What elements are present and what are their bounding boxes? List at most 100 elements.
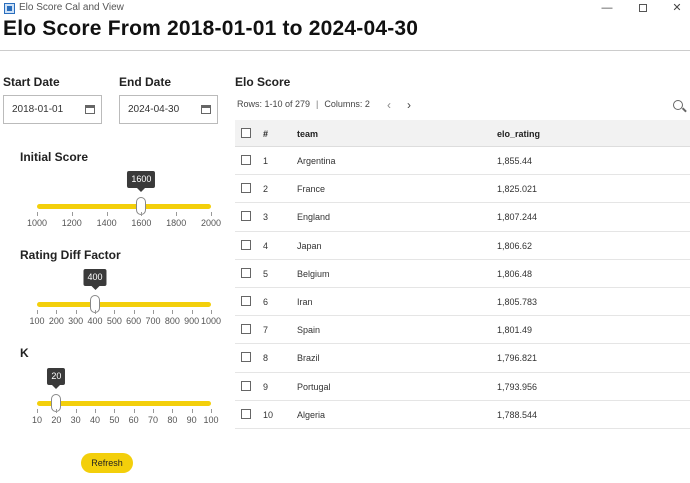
start-date-input[interactable]: 2018-01-01 [3, 95, 102, 124]
slider-tick [191, 409, 193, 413]
table-row[interactable]: 6 Iran 1,805.783 [235, 288, 690, 317]
row-team: Japan [297, 240, 322, 251]
slider-tick [106, 212, 108, 216]
slider-tick [153, 409, 154, 413]
slider-tick-label: 1000 [200, 316, 222, 326]
search-icon[interactable] [673, 100, 683, 110]
row-checkbox[interactable] [241, 380, 251, 391]
row-checkbox[interactable] [241, 211, 251, 222]
slider-tick [133, 409, 135, 413]
row-elo-rating: 1,805.783 [497, 296, 538, 307]
close-button[interactable]: ✕ [660, 0, 690, 17]
row-elo-rating: 1,806.48 [497, 268, 533, 279]
header-elo-rating[interactable]: elo_rating [497, 129, 540, 139]
refresh-button[interactable]: Refresh [81, 453, 133, 473]
rating-diff-factor-label: Rating Diff Factor [20, 248, 121, 262]
slider-tick [75, 310, 77, 314]
slider-tick-label: 100 [203, 415, 219, 425]
window-title: Elo Score Cal and View [19, 2, 124, 13]
slider-tick-label: 1600 [131, 218, 152, 228]
row-checkbox[interactable] [241, 183, 251, 194]
slider-tick-label: 800 [164, 316, 180, 326]
maximize-button[interactable] [626, 0, 660, 17]
row-checkbox[interactable] [241, 324, 251, 335]
slider-tick [75, 409, 77, 413]
slider-tick [114, 409, 116, 413]
slider-tick-label: 100 [29, 316, 45, 326]
select-all-checkbox[interactable] [241, 128, 251, 138]
table-row[interactable]: 3 England 1,807.244 [235, 203, 690, 232]
slider-tick-label: 20 [51, 415, 62, 425]
slider-tick-label: 1800 [166, 218, 187, 228]
table-row[interactable]: 1 Argentina 1,855.44 [235, 147, 690, 176]
row-team: Brazil [297, 353, 320, 364]
slider-tick [141, 212, 143, 216]
row-checkbox[interactable] [241, 239, 251, 250]
row-checkbox[interactable] [241, 295, 251, 306]
row-checkbox[interactable] [241, 408, 251, 419]
slider-tick-label: 300 [68, 316, 84, 326]
slider-tick [176, 212, 178, 216]
row-checkbox[interactable] [241, 267, 251, 278]
end-date-input[interactable]: 2024-04-30 [119, 95, 218, 124]
row-index: 1 [263, 156, 269, 166]
next-page-icon[interactable]: › [407, 99, 411, 111]
table-row[interactable]: 4 Japan 1,806.62 [235, 232, 690, 260]
slider-tick [211, 310, 212, 314]
calendar-icon[interactable] [85, 105, 95, 114]
k-value-bubble: 20 [47, 368, 66, 389]
row-team: Algeria [297, 409, 326, 420]
slider-tick [95, 409, 96, 413]
slider-tick-label: 10 [31, 415, 43, 425]
slider-tick-label: 500 [106, 316, 122, 326]
table-row[interactable]: 9 Portugal 1,793.956 [235, 373, 690, 401]
slider-tick-label: 700 [145, 316, 161, 326]
calendar-icon[interactable] [201, 105, 211, 114]
k-track[interactable] [37, 401, 211, 406]
row-index: 10 [263, 409, 274, 420]
slider-tick-label: 40 [89, 415, 101, 425]
row-elo-rating: 1,807.244 [497, 212, 538, 223]
minimize-button[interactable]: — [590, 0, 624, 17]
slider-tick [56, 310, 58, 314]
row-team: Belgium [297, 268, 330, 279]
slider-tick [114, 310, 116, 314]
table-row[interactable]: 5 Belgium 1,806.48 [235, 260, 690, 288]
slider-tick [172, 409, 174, 413]
header-index[interactable]: # [263, 129, 268, 139]
columns-info: Columns: 2 [324, 99, 370, 109]
row-index: 7 [263, 325, 269, 336]
elo-score-title: Elo Score [235, 75, 291, 89]
slider-tick [37, 409, 38, 413]
start-date-label: Start Date [3, 75, 60, 89]
row-checkbox[interactable] [241, 352, 251, 363]
table-header: # team elo_rating [235, 120, 690, 147]
slider-tick-label: 50 [109, 415, 120, 425]
slider-tick-label: 1200 [61, 218, 82, 228]
row-elo-rating: 1,796.821 [497, 353, 538, 364]
table-row[interactable]: 2 France 1,825.021 [235, 175, 690, 204]
slider-tick [56, 409, 58, 413]
rating-diff-factor-track[interactable] [37, 302, 211, 307]
row-checkbox[interactable] [241, 155, 251, 165]
table-row[interactable]: 10 Algeria 1,788.544 [235, 401, 690, 429]
row-index: 9 [263, 381, 269, 392]
row-team: England [297, 212, 331, 223]
table-row[interactable]: 7 Spain 1,801.49 [235, 316, 690, 345]
row-elo-rating: 1,788.544 [497, 409, 538, 420]
slider-tick [71, 212, 73, 216]
end-date-label: End Date [119, 75, 172, 89]
page-title: Elo Score From 2018-01-01 to 2024-04-30 [3, 17, 419, 40]
initial-score-track[interactable] [37, 204, 211, 209]
row-elo-rating: 1,793.956 [497, 381, 538, 392]
table-row[interactable]: 8 Brazil 1,796.821 [235, 344, 690, 373]
k-label: K [20, 346, 29, 360]
slider-tick-label: 900 [184, 316, 200, 326]
prev-page-icon[interactable]: ‹ [387, 99, 391, 111]
slider-tick [37, 310, 38, 314]
rows-info: Rows: 1-10 of 279 [237, 99, 311, 109]
window-titlebar: Elo Score Cal and View — ✕ [0, 0, 690, 17]
header-team[interactable]: team [297, 129, 318, 139]
table-toolbar: Rows: 1-10 of 279 | Columns: 2 [237, 99, 370, 109]
row-index: 5 [263, 268, 269, 279]
